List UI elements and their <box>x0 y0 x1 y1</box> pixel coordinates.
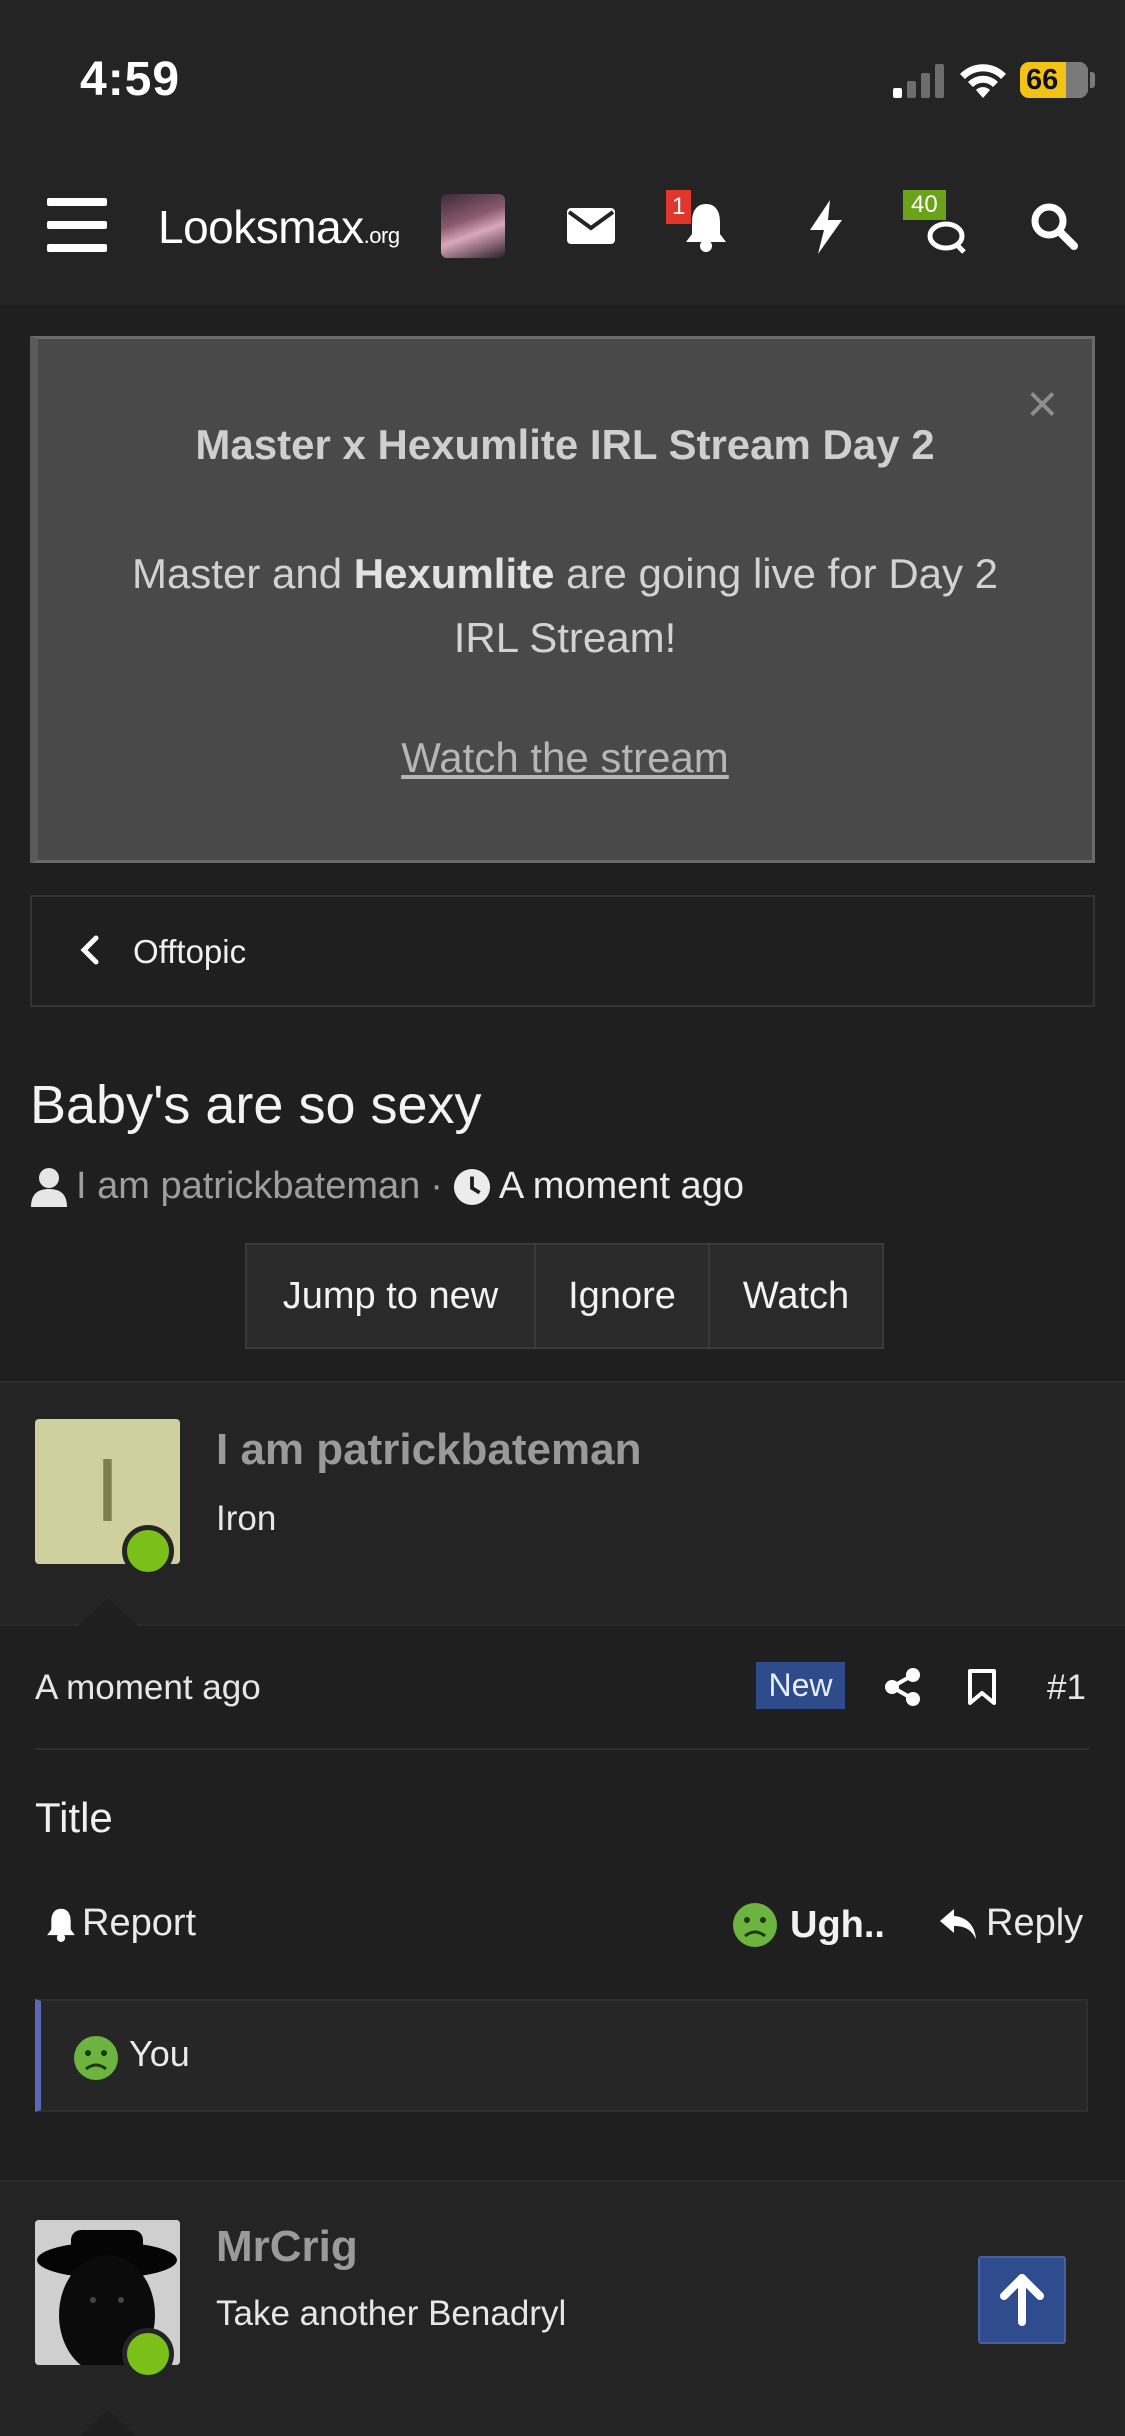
breadcrumb-label: Offtopic <box>133 933 247 970</box>
bookmark-icon[interactable] <box>967 1668 997 1706</box>
chevron-left-icon <box>80 935 99 965</box>
search-icon[interactable] <box>1030 202 1078 250</box>
reacted-by: You <box>129 2033 190 2074</box>
reaction-label: Ugh.. <box>790 1903 885 1946</box>
post-1-user-title: Iron <box>216 1499 277 1538</box>
divider <box>35 1748 1090 1750</box>
breadcrumb[interactable]: Offtopic <box>30 895 1095 1007</box>
conversations-badge: 40 <box>903 190 946 220</box>
post-2-username[interactable]: MrCrig <box>216 2222 358 2272</box>
status-bar: 4:59 66 <box>0 0 1125 150</box>
thread-title: Baby's are so sexy <box>30 1075 482 1135</box>
ignore-button[interactable]: Ignore <box>536 1243 710 1349</box>
cellular-signal-icon <box>893 64 944 98</box>
post-number[interactable]: #1 <box>1047 1668 1086 1708</box>
reactions-bar[interactable]: You <box>35 1999 1088 2112</box>
post-1-user: I I am patrickbateman Iron <box>0 1381 1125 1624</box>
post-2-user-title: Take another Benadryl <box>216 2294 567 2333</box>
user-avatar[interactable] <box>441 194 505 258</box>
wifi-icon <box>960 64 1006 98</box>
lightning-bolt-icon[interactable] <box>808 200 844 254</box>
battery-level: 66 <box>1026 64 1059 96</box>
bell-icon <box>47 1908 75 1942</box>
notice-body: Master and Hexumlite are going live for … <box>98 542 1032 670</box>
report-label: Report <box>82 1902 197 1944</box>
notice-body-pre: Master and <box>131 550 354 597</box>
online-indicator <box>122 1525 174 1577</box>
thread-author[interactable]: I am patrickbateman <box>76 1165 420 1208</box>
thread-actions: Jump to new Ignore Watch <box>245 1243 884 1349</box>
scroll-to-top-button[interactable] <box>978 2256 1066 2344</box>
sick-face-emoji-icon <box>74 2036 118 2080</box>
post-1-content: Title <box>35 1794 113 1841</box>
bell-icon[interactable] <box>684 200 728 252</box>
reply-arrow-icon <box>940 1908 976 1939</box>
top-navbar: Looksmax.org 1 40 <box>0 150 1125 305</box>
post-2-user: MrCrig Take another Benadryl <box>0 2180 1125 2436</box>
thread-meta: I am patrickbateman · A moment ago <box>30 1165 744 1208</box>
sick-face-emoji-icon <box>733 1903 777 1947</box>
hamburger-menu-icon[interactable] <box>47 198 107 252</box>
thread-time: A moment ago <box>498 1165 744 1207</box>
jump-to-new-button[interactable]: Jump to new <box>245 1243 536 1349</box>
announcement-notice: × Master x Hexumlite IRL Stream Day 2 Ma… <box>30 336 1095 863</box>
post-pointer <box>78 1598 138 1626</box>
logo-suffix: .org <box>363 223 400 248</box>
post-1-time[interactable]: A moment ago <box>35 1668 261 1708</box>
post-pointer <box>78 2410 138 2436</box>
share-icon[interactable] <box>885 1668 921 1706</box>
online-indicator <box>122 2328 174 2380</box>
user-icon <box>31 1167 67 1207</box>
notice-title: Master x Hexumlite IRL Stream Day 2 <box>195 421 935 468</box>
reaction-button[interactable]: Ugh.. <box>732 1902 885 1948</box>
post-1-body: A moment ago New #1 Title Report Ugh.. R… <box>0 1598 1125 2144</box>
watch-stream-link[interactable]: Watch the stream <box>38 734 1092 782</box>
envelope-icon[interactable] <box>567 208 615 244</box>
site-logo[interactable]: Looksmax.org <box>158 200 400 254</box>
notice-body-bold: Hexumlite <box>353 550 555 597</box>
report-button[interactable]: Report <box>44 1902 196 1945</box>
status-time: 4:59 <box>80 53 181 106</box>
new-badge: New <box>756 1662 845 1709</box>
clock-icon <box>453 1168 490 1205</box>
meta-separator: · <box>430 1165 443 1207</box>
battery-icon: 66 <box>1020 62 1088 98</box>
reply-label: Reply <box>986 1902 1084 1944</box>
battery-cap <box>1090 72 1095 88</box>
arrow-up-icon <box>1000 2274 1044 2326</box>
post-1-username[interactable]: I am patrickbateman <box>216 1425 642 1475</box>
reply-button[interactable]: Reply <box>938 1902 1083 1945</box>
watch-button[interactable]: Watch <box>710 1243 884 1349</box>
logo-main: Looksmax <box>158 201 364 253</box>
